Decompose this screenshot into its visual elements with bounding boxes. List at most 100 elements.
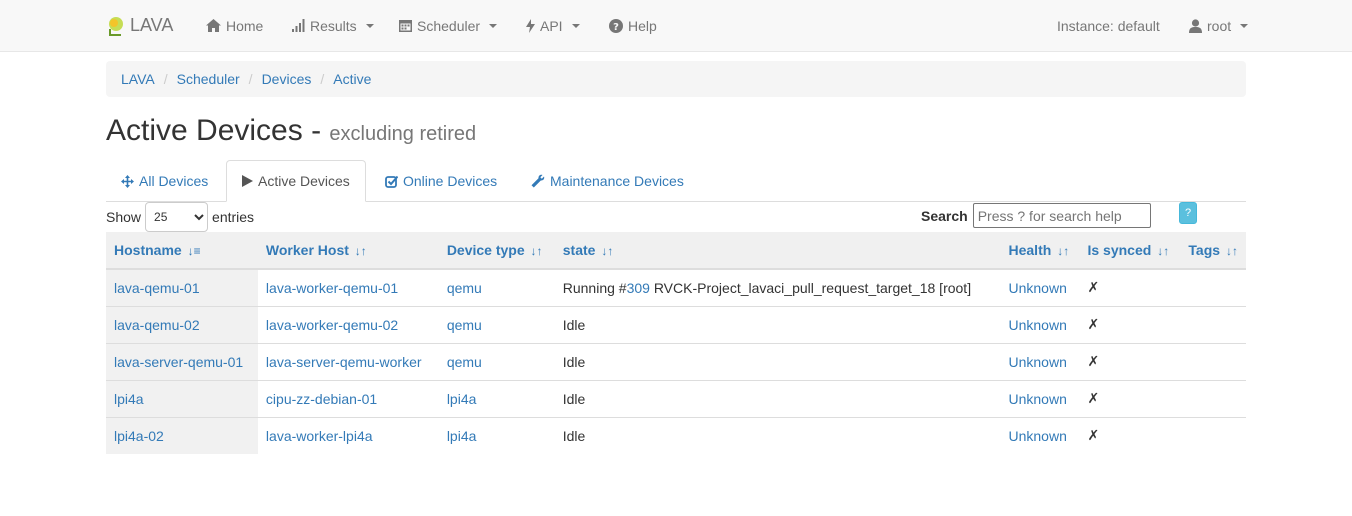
breadcrumb: LAVA / Scheduler / Devices / Active	[106, 61, 1246, 97]
breadcrumb-scheduler[interactable]: Scheduler	[177, 71, 240, 87]
health-cell: Unknown	[1000, 268, 1080, 306]
sort-icon: ↓↑	[354, 244, 367, 258]
chevron-down-icon	[365, 23, 374, 28]
tags-cell	[1180, 416, 1246, 454]
user-menu-label: root	[1207, 17, 1232, 34]
tab-online-devices[interactable]: Online Devices	[370, 160, 512, 202]
hostname-cell: lpi4a-02	[106, 416, 258, 454]
signal-icon	[292, 19, 305, 32]
device-tabs: All Devices Active Devices Online Device…	[106, 160, 1246, 202]
tab-maintenance-devices-label: Maintenance Devices	[550, 173, 684, 189]
worker-link[interactable]: lava-server-qemu-worker	[266, 354, 422, 370]
is-synced-cell: ✗	[1079, 342, 1181, 380]
hostname-link[interactable]: lava-server-qemu-01	[114, 354, 243, 370]
job-link[interactable]: 309	[627, 280, 650, 296]
lava-logo-icon	[109, 16, 123, 36]
breadcrumb-devices[interactable]: Devices	[262, 71, 312, 87]
entries-select[interactable]: 25	[145, 202, 209, 232]
nav-results[interactable]: Results	[292, 0, 374, 51]
chevron-down-icon	[571, 23, 580, 28]
nav-help[interactable]: ? Help	[609, 0, 657, 51]
devices-table: Hostname ↓≡ Worker Host ↓↑ Device type ↓…	[106, 232, 1246, 454]
tab-all-devices[interactable]: All Devices	[106, 160, 223, 202]
brand-link[interactable]: LAVA	[106, 0, 173, 51]
is-synced-cell: ✗	[1079, 305, 1181, 343]
table-row: lpi4a cipu-zz-debian-01 lpi4a Idle Unkno…	[106, 379, 1246, 417]
nav-scheduler[interactable]: Scheduler	[399, 0, 498, 51]
sort-icon: ↓↑	[1157, 244, 1170, 258]
search-label: Search	[921, 207, 968, 224]
device-type-link[interactable]: lpi4a	[447, 391, 477, 407]
tab-online-devices-label: Online Devices	[403, 173, 498, 189]
device-type-cell: qemu	[438, 342, 555, 380]
entries-label: entries	[212, 209, 255, 225]
table-row: lpi4a-02 lava-worker-lpi4a lpi4a Idle Un…	[106, 416, 1246, 454]
state-cell: Idle	[554, 379, 1001, 417]
hostname-link[interactable]: lava-qemu-02	[114, 317, 200, 333]
device-type-link[interactable]: qemu	[447, 280, 482, 296]
column-header-label: Health	[1008, 242, 1052, 258]
device-type-cell: qemu	[438, 305, 555, 343]
worker-link[interactable]: cipu-zz-debian-01	[266, 391, 377, 407]
not-synced-icon: ✗	[1087, 427, 1100, 444]
nav-api[interactable]: API	[526, 0, 580, 51]
state-job-description: RVCK-Project_lavaci_pull_request_target_…	[649, 279, 972, 296]
column-header-label: Hostname	[114, 242, 182, 258]
tab-active-devices[interactable]: Active Devices	[226, 160, 366, 202]
not-synced-icon: ✗	[1087, 279, 1100, 296]
navbar: LAVA Home Results Scheduler API ? Help I…	[0, 0, 1352, 52]
worker-cell: lava-worker-qemu-01	[257, 268, 439, 306]
worker-cell: cipu-zz-debian-01	[257, 379, 439, 417]
sort-icon: ↓↑	[1225, 244, 1238, 258]
hostname-cell: lpi4a	[106, 379, 258, 417]
nav-home-label: Home	[226, 17, 264, 34]
worker-link[interactable]: lava-worker-qemu-01	[266, 280, 398, 296]
column-header-tags[interactable]: Tags ↓↑	[1180, 232, 1246, 270]
health-link[interactable]: Unknown	[1009, 354, 1067, 370]
device-type-link[interactable]: lpi4a	[447, 428, 477, 444]
hostname-link[interactable]: lpi4a	[114, 391, 144, 407]
column-header-is-synced[interactable]: Is synced ↓↑	[1079, 232, 1181, 270]
worker-link[interactable]: lava-worker-qemu-02	[266, 317, 398, 333]
user-menu[interactable]: root	[1189, 0, 1249, 51]
column-header-label: Worker Host	[265, 242, 349, 258]
device-type-cell: lpi4a	[438, 416, 555, 454]
table-row: lava-server-qemu-01 lava-server-qemu-wor…	[106, 342, 1246, 380]
brand-label: LAVA	[130, 15, 174, 35]
column-header-hostname[interactable]: Hostname ↓≡	[106, 232, 258, 270]
device-type-link[interactable]: qemu	[447, 317, 482, 333]
column-header-worker-host[interactable]: Worker Host ↓↑	[257, 232, 439, 270]
column-header-health[interactable]: Health ↓↑	[1000, 232, 1080, 270]
column-header-state[interactable]: state ↓↑	[554, 232, 1001, 270]
page-title: Active Devices - excluding retired	[106, 114, 476, 148]
breadcrumb-active[interactable]: Active	[333, 71, 371, 87]
sort-icon: ↓↑	[601, 244, 614, 258]
tab-maintenance-devices[interactable]: Maintenance Devices	[516, 160, 699, 202]
sort-icon: ↓↑	[1057, 244, 1070, 258]
tags-cell	[1180, 268, 1246, 306]
hostname-link[interactable]: lpi4a-02	[114, 428, 164, 444]
column-header-device-type[interactable]: Device type ↓↑	[438, 232, 555, 270]
worker-cell: lava-worker-qemu-02	[257, 305, 439, 343]
chevron-down-icon	[489, 23, 498, 28]
tags-cell	[1180, 305, 1246, 343]
device-type-cell: lpi4a	[438, 379, 555, 417]
search-help-button[interactable]: ?	[1179, 202, 1197, 224]
health-link[interactable]: Unknown	[1009, 428, 1067, 444]
state-cell: Idle	[554, 342, 1001, 380]
search-input[interactable]	[972, 203, 1151, 228]
health-link[interactable]: Unknown	[1009, 391, 1067, 407]
not-synced-icon: ✗	[1087, 316, 1100, 332]
device-type-link[interactable]: qemu	[447, 354, 482, 370]
state-text: Idle	[562, 427, 586, 444]
health-link[interactable]: Unknown	[1009, 317, 1067, 333]
column-header-label: state	[562, 242, 596, 258]
breadcrumb-lava[interactable]: LAVA	[121, 71, 155, 87]
sort-icon: ↓↑	[530, 244, 543, 258]
play-icon	[242, 175, 253, 187]
worker-link[interactable]: lava-worker-lpi4a	[266, 428, 373, 444]
health-link[interactable]: Unknown	[1009, 280, 1067, 296]
nav-home[interactable]: Home	[206, 0, 263, 51]
hostname-link[interactable]: lava-qemu-01	[114, 280, 200, 296]
nav-results-label: Results	[310, 17, 357, 34]
